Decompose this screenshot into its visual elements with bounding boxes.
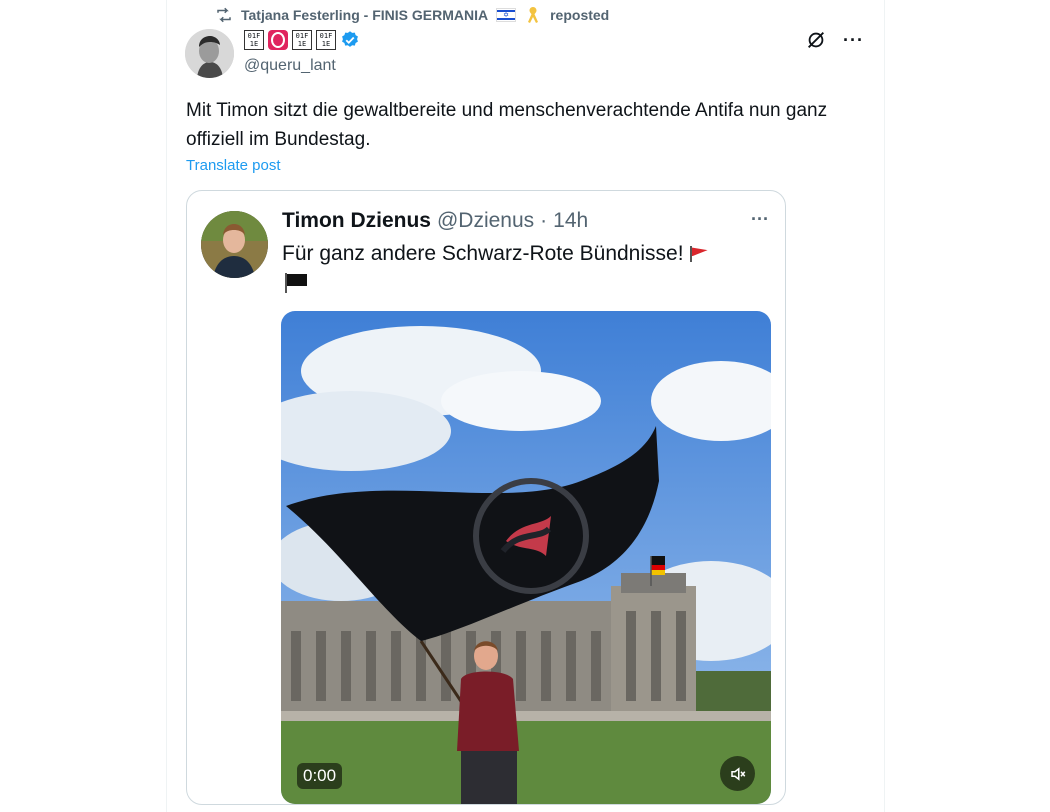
post-text: Mit Timon sitzt die gewaltbereite und me… bbox=[186, 100, 828, 150]
quoted-separator: · bbox=[540, 209, 548, 232]
translate-post-link[interactable]: Translate post bbox=[186, 157, 281, 174]
author-handle[interactable]: @queru_lant bbox=[244, 57, 336, 75]
box-glyph-icon: 01F 1E bbox=[292, 30, 312, 50]
quoted-author-handle[interactable]: @Dzienus bbox=[437, 209, 534, 233]
red-flag-icon bbox=[688, 246, 710, 263]
black-flag-icon bbox=[283, 273, 309, 293]
quoted-video[interactable]: 0:00 bbox=[281, 311, 771, 804]
israel-flag-icon: ✡ bbox=[496, 8, 517, 22]
repost-user[interactable]: Tatjana Festerling - FINIS GERMANIA bbox=[241, 7, 488, 23]
box-glyph-icon: 01F 1E bbox=[316, 30, 336, 50]
video-frame bbox=[281, 311, 771, 804]
verified-badge-icon bbox=[342, 31, 358, 47]
more-icon[interactable]: ··· bbox=[843, 30, 864, 51]
mute-icon bbox=[730, 766, 745, 781]
author-name[interactable]: 01F 1E 01F 1E 01F 1E bbox=[244, 30, 360, 50]
quoted-timestamp[interactable]: 14h bbox=[553, 209, 588, 233]
quoted-more-icon[interactable]: ··· bbox=[751, 209, 769, 230]
red-o-icon bbox=[268, 30, 288, 50]
yellow-ribbon-icon bbox=[528, 7, 539, 23]
quoted-author-name[interactable]: Timon Dzienus bbox=[282, 209, 431, 233]
quoted-post[interactable]: Timon Dzienus @Dzienus · 14h ··· Für gan… bbox=[186, 190, 786, 805]
grok-icon[interactable] bbox=[805, 29, 827, 51]
box-glyph-icon: 01F 1E bbox=[244, 30, 264, 50]
video-timecode: 0:00 bbox=[297, 763, 343, 789]
mute-button[interactable] bbox=[720, 756, 755, 791]
quoted-author-avatar[interactable] bbox=[201, 211, 268, 278]
repost-context[interactable]: Tatjana Festerling - FINIS GERMANIA ✡ re… bbox=[215, 5, 609, 25]
quoted-text: Für ganz andere Schwarz-Rote Bündnisse! bbox=[282, 239, 762, 269]
repost-label: reposted bbox=[550, 7, 610, 23]
repost-icon bbox=[217, 7, 231, 23]
author-avatar[interactable] bbox=[185, 29, 234, 78]
timeline-column: Tatjana Festerling - FINIS GERMANIA ✡ re… bbox=[166, 0, 885, 812]
